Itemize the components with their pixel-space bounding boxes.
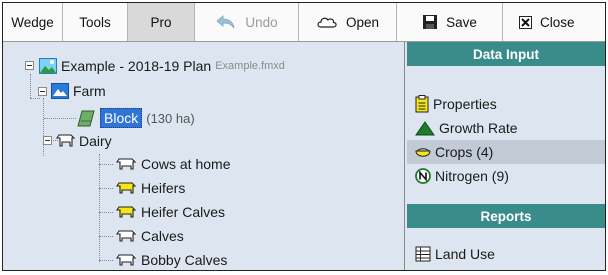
- tree-connector: [30, 98, 40, 99]
- undo-label: Undo: [245, 14, 278, 30]
- data-input-header: Data Input: [407, 42, 605, 66]
- crop-bowl-icon: [415, 145, 431, 159]
- group-label: Calves: [141, 228, 184, 244]
- cow-icon-fill: [115, 182, 137, 194]
- tools-label: Tools: [79, 14, 111, 30]
- tree-connector: [30, 74, 31, 98]
- block-label: Block: [100, 108, 143, 128]
- plan-tree: Example - 2018-19 Plan Example.fmxd Farm…: [3, 42, 405, 270]
- properties-label: Properties: [433, 96, 497, 112]
- growth-rate-label: Growth Rate: [439, 120, 518, 136]
- cow-icon: [115, 156, 137, 172]
- undo-button[interactable]: Undo: [195, 3, 299, 41]
- side-item-properties[interactable]: Properties: [407, 92, 605, 116]
- close-label: Close: [540, 14, 575, 30]
- tree-connector: [99, 260, 113, 261]
- tree-connector: [44, 118, 76, 119]
- cow-icon-fill: [115, 254, 137, 266]
- dairy-cow-icon: [55, 133, 75, 149]
- tree-node-block[interactable]: Block (130 ha): [76, 108, 195, 128]
- tree-connector: [99, 236, 113, 237]
- cow-icon: [115, 180, 137, 196]
- data-input-header-label: Data Input: [473, 46, 539, 62]
- side-item-crops[interactable]: Crops (4): [407, 140, 605, 164]
- group-label: Bobby Calves: [141, 252, 228, 268]
- triangle-growth-icon: [415, 120, 435, 136]
- side-item-land-use[interactable]: Land Use: [407, 242, 605, 266]
- group-label: Heifer Calves: [141, 204, 226, 220]
- cloud-icon: [317, 17, 337, 28]
- cow-icon: [115, 252, 137, 268]
- floppy-disk-icon: [423, 15, 438, 29]
- cow-icon: [115, 228, 137, 244]
- plan-filename: Example.fmxd: [215, 60, 285, 72]
- tree-connector: [99, 188, 113, 189]
- tree-connector: [99, 212, 113, 213]
- dairy-label: Dairy: [79, 133, 112, 149]
- tree-connector: [43, 98, 44, 156]
- nitrogen-label: Nitrogen (9): [435, 168, 509, 184]
- side-item-nitrogen[interactable]: Nitrogen (9): [407, 164, 605, 188]
- tree-node-group[interactable]: Calves: [115, 226, 184, 246]
- plan-name: Example - 2018-19 Plan: [61, 58, 212, 74]
- app-window: Wedge Tools Pro Undo Open Save Close Exa…: [2, 2, 606, 271]
- open-button[interactable]: Open: [299, 3, 397, 41]
- undo-icon: [216, 15, 235, 29]
- tree-node-dairy[interactable]: Dairy: [55, 131, 112, 151]
- wedge-menu-button[interactable]: Wedge: [3, 3, 63, 41]
- collapse-toggle-farm[interactable]: [38, 87, 47, 96]
- collapse-toggle-dairy[interactable]: [43, 136, 52, 145]
- tree-connector: [99, 164, 113, 165]
- farm-label: Farm: [73, 83, 106, 99]
- pro-menu-button[interactable]: Pro: [128, 3, 195, 41]
- side-panel: Data Input Properties Growth Rate Crops …: [405, 42, 605, 270]
- cow-icon-fill: [115, 206, 137, 218]
- tools-menu-button[interactable]: Tools: [63, 3, 128, 41]
- crops-label: Crops (4): [435, 144, 494, 160]
- block-area: (130 ha): [146, 110, 195, 126]
- block-paddock-icon: [76, 109, 96, 127]
- tree-node-farm[interactable]: Farm: [51, 81, 106, 101]
- side-item-growth-rate[interactable]: Growth Rate: [407, 116, 605, 140]
- close-box-icon: [519, 15, 532, 29]
- group-label: Heifers: [141, 180, 186, 196]
- tree-node-plan[interactable]: Example - 2018-19 Plan Example.fmxd: [39, 56, 285, 76]
- save-label: Save: [446, 14, 477, 30]
- land-use-label: Land Use: [435, 246, 495, 262]
- cow-icon-fill: [115, 158, 137, 170]
- reports-header: Reports: [407, 204, 605, 228]
- group-label: Cows at home: [141, 156, 231, 172]
- toolbar: Wedge Tools Pro Undo Open Save Close: [3, 3, 605, 42]
- nitrogen-icon: [415, 168, 431, 184]
- collapse-toggle-root[interactable]: [25, 61, 34, 70]
- tree-node-group[interactable]: Heifer Calves: [115, 202, 225, 222]
- cow-icon: [115, 204, 137, 220]
- report-table-icon: [415, 246, 431, 262]
- farm-map-icon: [51, 83, 69, 99]
- tree-connector: [99, 154, 100, 262]
- wedge-label: Wedge: [11, 14, 54, 30]
- open-label: Open: [345, 14, 380, 30]
- tree-node-group[interactable]: Bobby Calves: [115, 250, 227, 270]
- pro-label: Pro: [150, 14, 172, 30]
- reports-header-label: Reports: [480, 208, 532, 224]
- tree-node-group[interactable]: Heifers: [115, 178, 185, 198]
- close-button[interactable]: Close: [503, 3, 605, 41]
- cow-icon-fill: [115, 230, 137, 242]
- plan-picture-icon: [39, 58, 57, 74]
- clipboard-icon: [415, 95, 429, 113]
- save-button[interactable]: Save: [397, 3, 503, 41]
- tree-node-group[interactable]: Cows at home: [115, 154, 230, 174]
